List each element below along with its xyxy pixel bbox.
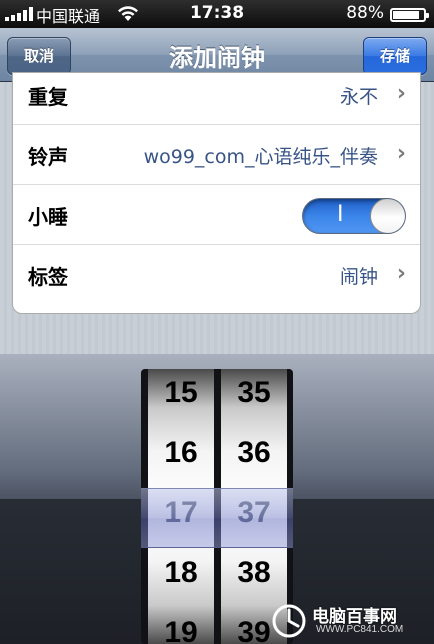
- toggle-knob: [370, 199, 405, 233]
- sound-value: wo99_com_心语纯乐_伴奏: [143, 146, 378, 168]
- hour-option[interactable]: 15: [148, 369, 214, 423]
- minute-option[interactable]: 36: [221, 423, 287, 483]
- snooze-label: 小睡: [28, 205, 68, 229]
- status-bar: 中国联通 17:38 88%: [0, 0, 434, 28]
- minute-option[interactable]: 35: [221, 369, 287, 423]
- watermark-logo-icon: [272, 604, 306, 638]
- time-picker: 15 16 17 18 19 35 36 37 38 39: [141, 369, 293, 644]
- sound-label: 铃声: [28, 145, 68, 169]
- watermark: 电脑百事网 WWW.PC841.COM: [272, 602, 432, 640]
- watermark-url: WWW.PC841.COM: [316, 624, 404, 635]
- save-button[interactable]: 存储: [363, 37, 427, 75]
- tag-row[interactable]: 标签 闹钟 ›: [13, 245, 420, 305]
- settings-area: 重复 永不 › 铃声 wo99_com_心语纯乐_伴奏 › 小睡 I 标签 闹钟…: [0, 72, 434, 354]
- minute-option[interactable]: 38: [221, 543, 287, 603]
- chevron-right-icon: ›: [396, 81, 406, 106]
- toggle-on-label: I: [337, 202, 344, 227]
- hour-option[interactable]: 18: [148, 543, 214, 603]
- snooze-toggle[interactable]: I: [302, 198, 406, 234]
- settings-table: 重复 永不 › 铃声 wo99_com_心语纯乐_伴奏 › 小睡 I 标签 闹钟…: [12, 72, 421, 314]
- repeat-value: 永不: [339, 86, 378, 108]
- snooze-row: 小睡 I: [13, 185, 420, 245]
- hour-option[interactable]: 16: [148, 423, 214, 483]
- minute-option[interactable]: 37: [221, 483, 287, 543]
- repeat-label: 重复: [28, 85, 68, 109]
- hour-wheel[interactable]: 15 16 17 18 19: [148, 369, 214, 644]
- chevron-right-icon: ›: [396, 261, 406, 286]
- battery-icon: [390, 8, 429, 22]
- tag-label: 标签: [28, 265, 68, 289]
- hour-option[interactable]: 19: [148, 603, 214, 644]
- chevron-right-icon: ›: [396, 141, 406, 166]
- repeat-row[interactable]: 重复 永不 ›: [13, 73, 420, 125]
- hour-option[interactable]: 17: [148, 483, 214, 543]
- sound-row[interactable]: 铃声 wo99_com_心语纯乐_伴奏 ›: [13, 125, 420, 185]
- tag-value: 闹钟: [339, 266, 378, 288]
- battery-percent: 88%: [346, 3, 384, 23]
- time-picker-area: 15 16 17 18 19 35 36 37 38 39 电脑百事网 WWW.PC841.CO…: [0, 354, 434, 644]
